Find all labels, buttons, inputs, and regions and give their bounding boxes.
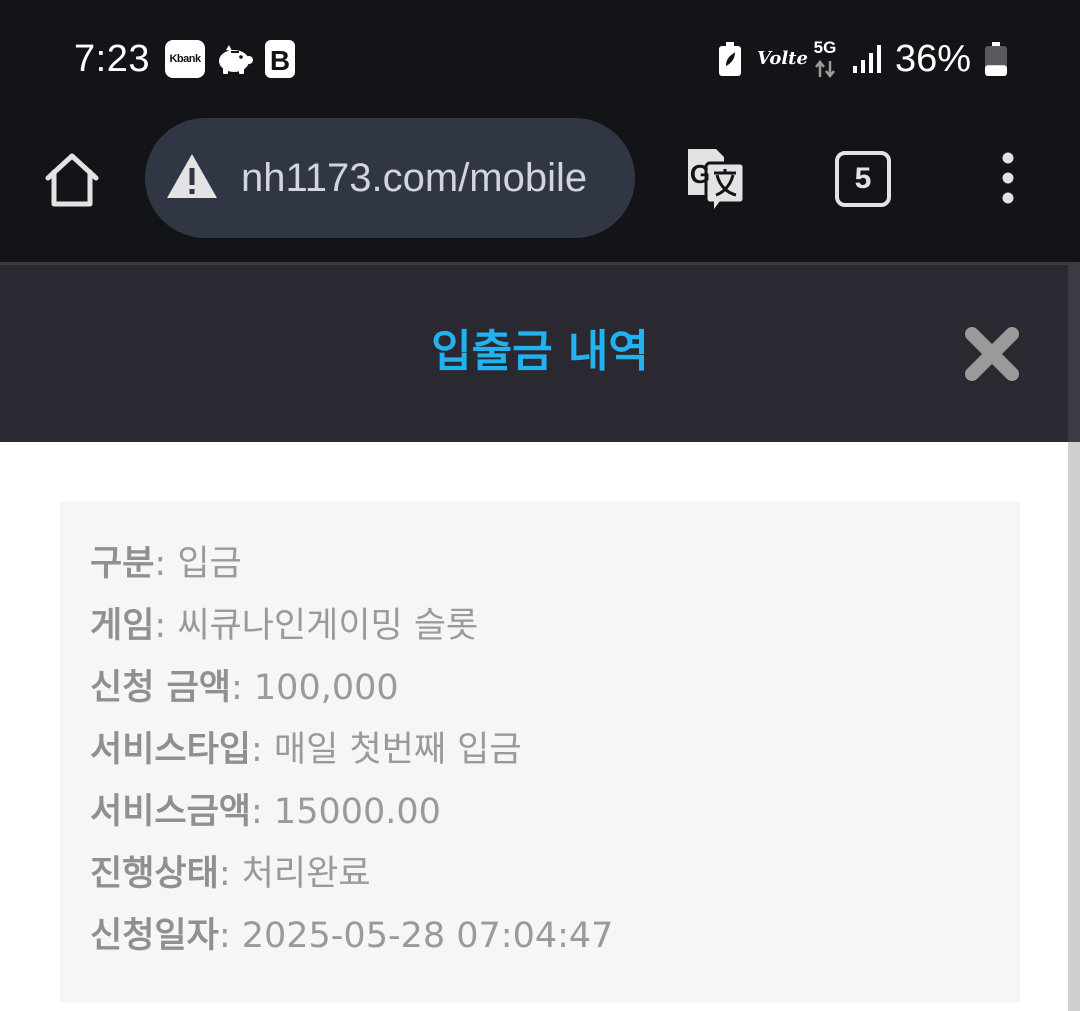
- kbank-app-icon: Kbank: [165, 40, 205, 78]
- volte-indicator: Volte: [757, 48, 808, 69]
- modal-header: 입출금 내역: [0, 262, 1068, 442]
- detail-row-amount: 신청 금액: 100,000: [90, 666, 990, 710]
- battery-fill: [985, 65, 1007, 76]
- detail-row-request-date: 신청일자: 2025-05-28 07:04:47: [90, 914, 990, 958]
- detail-label: 신청일자: [90, 916, 219, 956]
- not-secure-warning-icon[interactable]: [165, 152, 219, 200]
- scrollbar-track-top: [1068, 262, 1080, 442]
- detail-value: : 씨큐나인게이밍 슬롯: [154, 606, 479, 646]
- signal-strength-icon: [853, 45, 881, 73]
- address-bar[interactable]: nh1173.com/mobile: [145, 118, 635, 238]
- svg-text:G: G: [690, 159, 710, 189]
- translate-button[interactable]: G: [680, 145, 748, 211]
- detail-row-service-type: 서비스타입: 매일 첫번째 입금: [90, 728, 990, 772]
- detail-value: : 15000.00: [251, 792, 441, 832]
- detail-value: : 입금: [154, 544, 242, 584]
- detail-label: 게임: [90, 606, 155, 646]
- detail-row-type: 구분: 입금: [90, 542, 990, 586]
- status-bar: 7:23 Kbank B Volte 5G 36%: [0, 0, 1080, 118]
- detail-row-game: 게임: 씨큐나인게이밍 슬롯: [90, 604, 990, 648]
- more-options-button[interactable]: [990, 148, 1026, 208]
- detail-label: 서비스타입: [90, 730, 252, 770]
- home-button[interactable]: [42, 150, 102, 210]
- detail-label: 구분: [90, 544, 155, 584]
- transaction-details-card: 구분: 입금 게임: 씨큐나인게이밍 슬롯 신청 금액: 100,000 서비스…: [60, 502, 1020, 1002]
- more-vert-icon: [1002, 152, 1014, 204]
- detail-label: 신청 금액: [90, 668, 231, 708]
- home-icon: [45, 153, 99, 207]
- data-arrows-icon: [815, 60, 835, 78]
- battery-icon: [985, 42, 1007, 76]
- close-button[interactable]: [962, 324, 1022, 384]
- detail-row-status: 진행상태: 처리완료: [90, 852, 990, 896]
- url-text[interactable]: nh1173.com/mobile: [241, 152, 613, 204]
- b-app-icon-letter: B: [270, 45, 290, 76]
- header-divider: [0, 262, 1080, 265]
- piggy-bank-icon: [219, 45, 253, 74]
- 5g-network-label: 5G: [813, 38, 837, 57]
- close-icon: [965, 327, 1019, 381]
- modal-title: 입출금 내역: [431, 326, 649, 377]
- b-app-icon: B: [265, 40, 295, 78]
- detail-value: : 2025-05-28 07:04:47: [218, 916, 614, 956]
- detail-value: : 처리완료: [218, 854, 371, 894]
- detail-label: 진행상태: [90, 854, 219, 894]
- detail-value: : 100,000: [231, 668, 399, 708]
- detail-label: 서비스금액: [90, 792, 252, 832]
- status-time: 7:23: [74, 38, 150, 80]
- battery-percent: 36%: [895, 38, 972, 80]
- 5g-network-icon: 5G: [808, 38, 842, 78]
- battery-saver-icon: [719, 42, 741, 76]
- tab-switcher-button[interactable]: 5: [835, 151, 891, 207]
- detail-value: : 매일 첫번째 입금: [251, 730, 522, 770]
- detail-row-service-amount: 서비스금액: 15000.00: [90, 790, 990, 834]
- browser-toolbar: nh1173.com/mobile G 5: [0, 118, 1080, 262]
